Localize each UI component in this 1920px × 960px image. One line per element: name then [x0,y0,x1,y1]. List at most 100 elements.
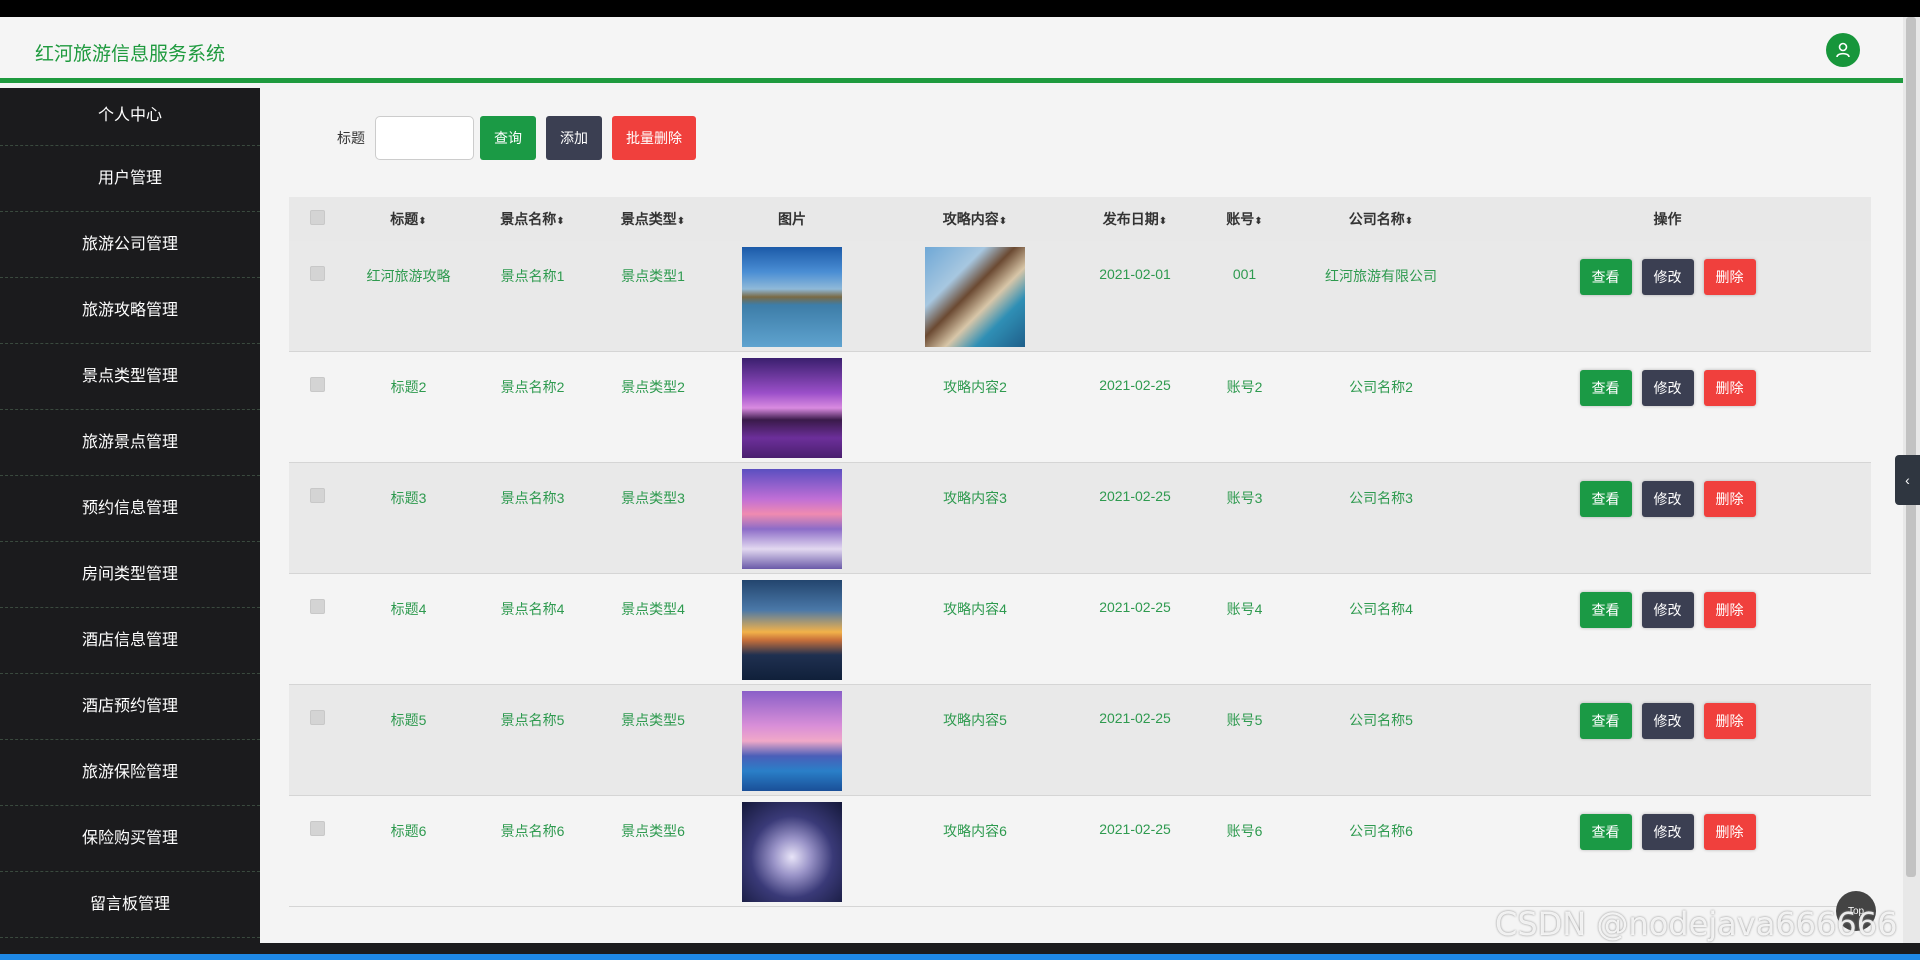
view-button[interactable]: 查看 [1579,481,1632,517]
cell-company: 公司名称3 [1349,490,1413,506]
edit-button[interactable]: 修改 [1641,481,1694,517]
sidebar-item-hotel-booking[interactable]: 酒店预约管理 [0,674,260,740]
scrollbar-thumb[interactable] [1906,17,1916,877]
sort-icon: ⬍ [676,216,686,227]
sort-icon: ⬍ [1254,216,1263,227]
delete-button[interactable]: 删除 [1703,592,1756,628]
row-checkbox[interactable] [309,377,325,392]
view-button[interactable]: 查看 [1579,703,1632,739]
cell-spot-name: 景点名称4 [500,601,565,617]
table-row: 标题4 景点名称4 景点类型4 攻略内容4 2021-02-25 账号4 公司名… [289,574,1871,685]
delete-button[interactable]: 删除 [1703,703,1756,739]
sort-icon: ⬍ [556,216,565,227]
view-button[interactable]: 查看 [1579,814,1632,850]
view-button[interactable]: 查看 [1579,259,1632,295]
cell-publish-date: 2021-02-25 [1099,710,1171,726]
add-button[interactable]: 添加 [546,116,602,160]
user-avatar[interactable] [1826,33,1860,67]
sidebar-item-hotel-info[interactable]: 酒店信息管理 [0,608,260,674]
row-checkbox[interactable] [309,821,325,836]
app-title: 红河旅游信息服务系统 [35,44,226,65]
sidebar: 个人中心 用户管理 旅游公司管理 旅游攻略管理 景点类型管理 旅游景点管理 预约… [0,88,260,943]
header-guide-content[interactable]: 攻略内容⬍ [871,209,1079,229]
collapse-handle[interactable]: ‹ [1895,455,1920,505]
cell-account: 账号3 [1226,490,1263,506]
table-header: 标题⬍ 景点名称⬍ 景点类型⬍ 图片 攻略内容⬍ 发布日期⬍ 账号⬍ 公司名称⬍… [289,197,1871,241]
delete-button[interactable]: 删除 [1703,370,1756,406]
row-checkbox[interactable] [309,266,325,281]
cell-account: 001 [1232,266,1257,282]
cell-title: 标题5 [390,712,427,728]
view-button[interactable]: 查看 [1579,592,1632,628]
header-publish-date[interactable]: 发布日期⬍ [1079,209,1191,229]
sidebar-item-scenic-spot[interactable]: 旅游景点管理 [0,410,260,476]
sort-icon: ⬍ [998,216,1008,227]
sidebar-item-message-board[interactable]: 留言板管理 [0,872,260,938]
header-operations: 操作 [1653,211,1682,227]
delete-button[interactable]: 删除 [1703,259,1756,295]
cell-guide-content: 攻略内容4 [943,601,1007,617]
video-progress-bar [0,954,1920,960]
chevron-left-icon: ‹ [1905,472,1910,488]
main-content: 标题 查询 添加 批量删除 标题⬍ 景点名称⬍ 景点类型⬍ 图片 攻略内容⬍ 发… [260,88,1903,943]
sidebar-item-room-type[interactable]: 房间类型管理 [0,542,260,608]
user-icon [1836,42,1850,58]
delete-button[interactable]: 删除 [1703,481,1756,517]
sidebar-item-insurance-purchase[interactable]: 保险购买管理 [0,806,260,872]
sidebar-item-insurance[interactable]: 旅游保险管理 [0,740,260,806]
cell-account: 账号5 [1226,712,1263,728]
sidebar-item-personal-center[interactable]: 个人中心 [0,88,260,146]
cell-spot-type: 景点类型2 [621,379,685,395]
edit-button[interactable]: 修改 [1641,814,1694,850]
spot-thumbnail-sunset-pier [742,580,842,680]
cell-publish-date: 2021-02-01 [1099,266,1171,282]
cell-publish-date: 2021-02-25 [1099,821,1171,837]
sort-icon: ⬍ [1158,216,1168,227]
app-window: 红河旅游信息服务系统 个人中心 用户管理 旅游公司管理 旅游攻略管理 景点类型管… [0,17,1903,943]
table-row: 红河旅游攻略 景点名称1 景点类型1 2021-02-01 001 红河旅游有限… [289,241,1871,352]
header-title[interactable]: 标题⬍ [345,209,472,229]
edit-button[interactable]: 修改 [1641,370,1694,406]
sidebar-item-travel-company[interactable]: 旅游公司管理 [0,212,260,278]
header-spot-name[interactable]: 景点名称⬍ [472,209,593,229]
cell-spot-name: 景点名称1 [500,268,565,284]
sidebar-item-reservation[interactable]: 预约信息管理 [0,476,260,542]
cell-account: 账号2 [1226,379,1263,395]
spot-thumbnail-pink-sky [742,469,842,569]
header-spot-type[interactable]: 景点类型⬍ [593,209,713,229]
spot-thumbnail-palm-pool [742,691,842,791]
cell-company: 公司名称6 [1349,823,1413,839]
cell-spot-name: 景点名称5 [500,712,565,728]
sort-icon: ⬍ [418,216,427,227]
cell-spot-type: 景点类型5 [621,712,685,728]
cell-company: 公司名称5 [1349,712,1413,728]
sidebar-item-travel-guide[interactable]: 旅游攻略管理 [0,278,260,344]
select-all-checkbox[interactable] [309,210,325,225]
cell-spot-name: 景点名称2 [500,379,565,395]
table-row: 标题3 景点名称3 景点类型3 攻略内容3 2021-02-25 账号3 公司名… [289,463,1871,574]
view-button[interactable]: 查看 [1579,370,1632,406]
cell-publish-date: 2021-02-25 [1099,377,1171,393]
row-checkbox[interactable] [309,599,325,614]
sidebar-item-user-management[interactable]: 用户管理 [0,146,260,212]
edit-button[interactable]: 修改 [1641,703,1694,739]
header-company[interactable]: 公司名称⬍ [1298,209,1464,229]
delete-button[interactable]: 删除 [1703,814,1756,850]
cell-company: 红河旅游有限公司 [1325,268,1437,284]
header-account[interactable]: 账号⬍ [1191,209,1298,229]
cell-title: 标题4 [390,601,427,617]
row-checkbox[interactable] [309,488,325,503]
title-search-input[interactable] [375,116,474,160]
row-checkbox[interactable] [309,710,325,725]
cell-spot-name: 景点名称6 [500,823,565,839]
batch-delete-button[interactable]: 批量删除 [612,116,696,160]
spot-thumbnail-lake [742,247,842,347]
query-button[interactable]: 查询 [480,116,536,160]
cell-guide-content: 攻略内容2 [943,379,1007,395]
table-row: 标题6 景点名称6 景点类型6 攻略内容6 2021-02-25 账号6 公司名… [289,796,1871,907]
cell-spot-type: 景点类型3 [621,490,685,506]
edit-button[interactable]: 修改 [1641,259,1694,295]
sidebar-item-spot-type[interactable]: 景点类型管理 [0,344,260,410]
edit-button[interactable]: 修改 [1641,592,1694,628]
watermark: CSDN @nodejava666666 [1495,905,1898,943]
